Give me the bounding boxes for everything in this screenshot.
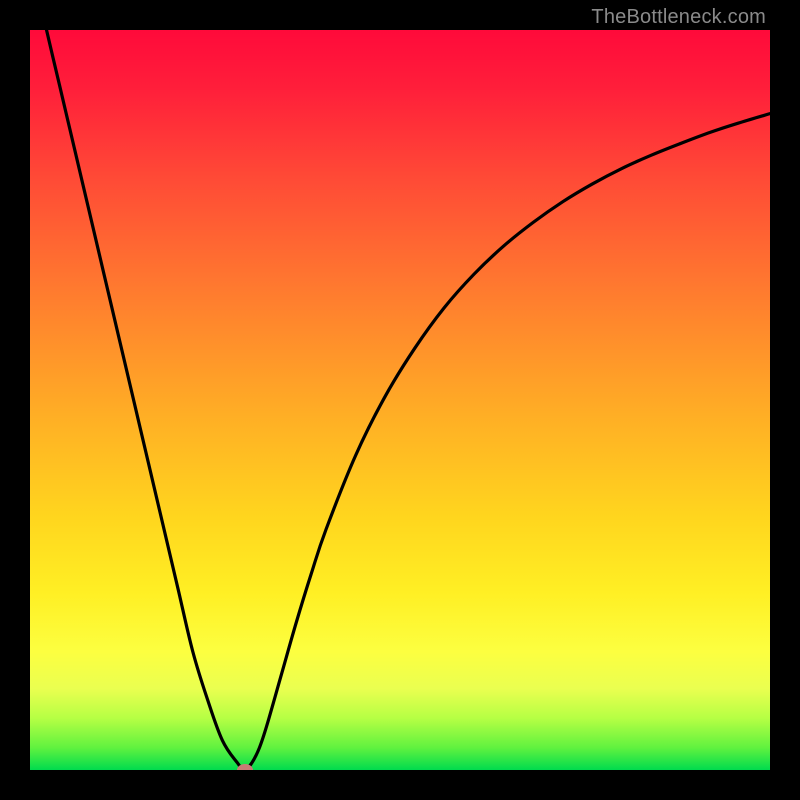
watermark-text: TheBottleneck.com [591, 6, 766, 29]
plot-area [30, 30, 770, 770]
curve-svg [30, 30, 770, 770]
bottleneck-curve [30, 30, 770, 770]
optimal-point-marker [237, 764, 253, 770]
outer-frame: TheBottleneck.com [0, 0, 800, 800]
